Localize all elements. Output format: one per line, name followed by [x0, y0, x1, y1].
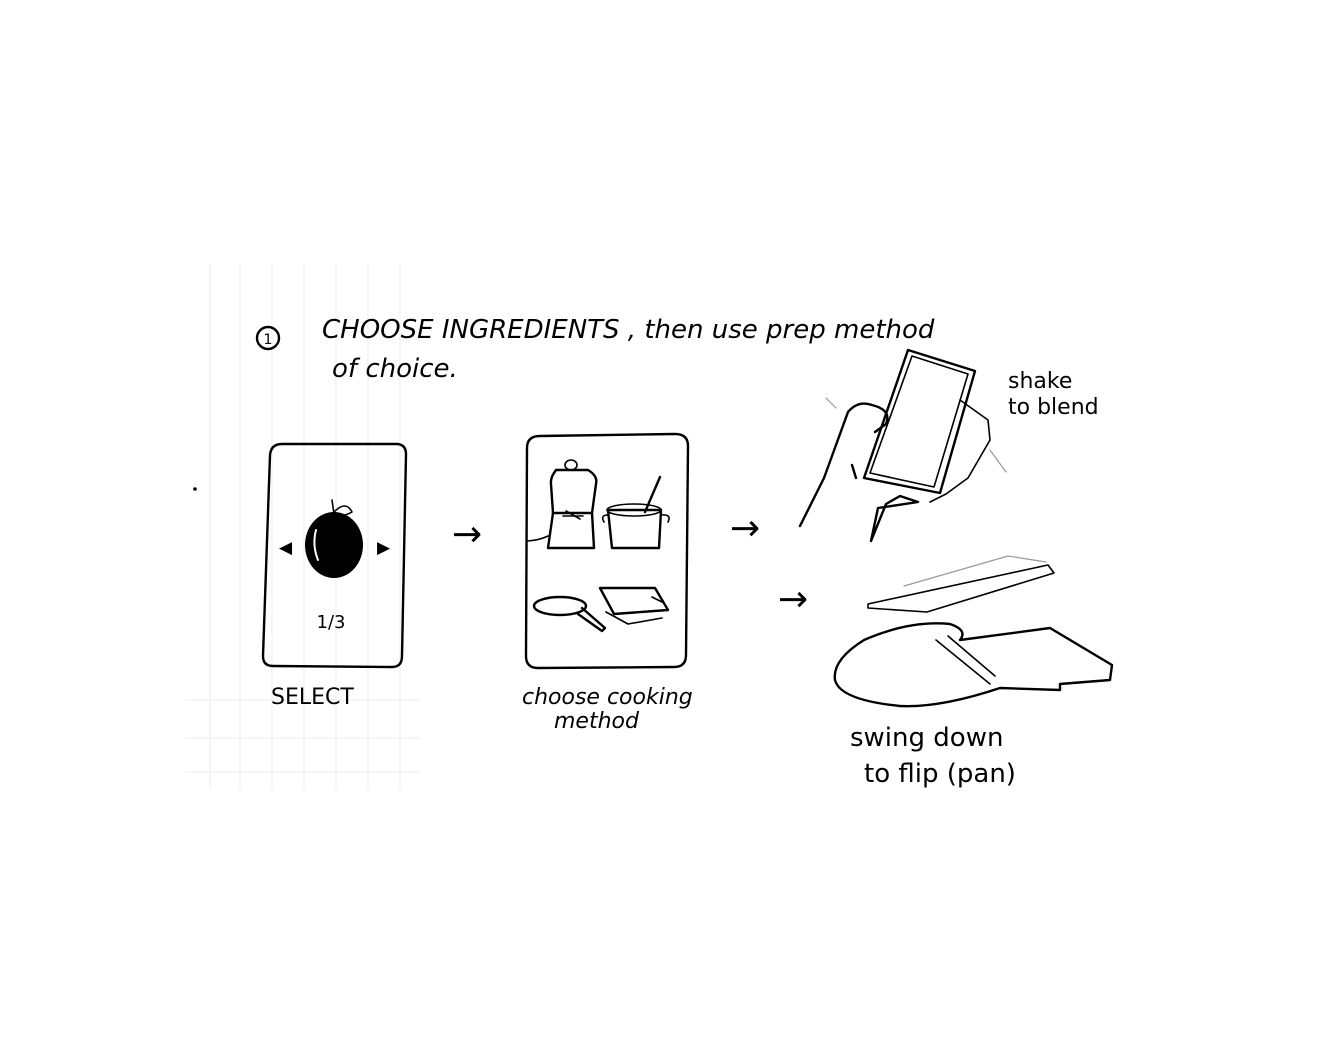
method-screen: [524, 432, 690, 670]
tomato-icon: [305, 499, 363, 578]
shake-label-line1: shake: [1008, 369, 1072, 394]
ingredient-counter: 1/3: [317, 612, 346, 633]
step-number-badge: 1: [255, 325, 281, 351]
cutting-board-icon[interactable]: [598, 586, 670, 625]
next-ingredient-arrow[interactable]: ▶: [377, 538, 391, 558]
swing-gesture-illustration: [833, 555, 1114, 708]
swing-label-line2: to flip (pan): [864, 759, 1016, 789]
step-title-line1: CHOOSE INGREDIENTS , then use prep metho…: [322, 315, 935, 345]
select-screen: ◀ ▶ 1/3: [261, 442, 408, 669]
method-caption-line2: method: [554, 709, 640, 734]
phone-swing-icon: [867, 555, 1055, 613]
prev-ingredient-arrow[interactable]: ◀: [279, 538, 293, 558]
storyboard-sketch: 1 CHOOSE INGREDIENTS , then use prep met…: [185, 265, 1114, 790]
phone-icon: [862, 348, 977, 495]
hand-with-phone-icon: [833, 622, 1114, 708]
swing-label-line1: swing down: [850, 723, 1003, 753]
step-title-line2: of choice.: [332, 354, 458, 384]
pen-dot: [193, 487, 197, 491]
shake-gesture-illustration: [798, 348, 1007, 543]
blender-icon[interactable]: [527, 459, 598, 550]
flow-arrow-1: →: [452, 514, 482, 555]
flow-arrow-3: →: [778, 579, 808, 620]
shake-label-line2: to blend: [1008, 395, 1099, 420]
step-number: 1: [264, 332, 273, 348]
method-caption-line1: choose cooking: [522, 685, 693, 710]
frying-pan-icon[interactable]: [532, 595, 607, 633]
flow-arrow-2: →: [730, 508, 760, 549]
pot-icon[interactable]: [601, 475, 670, 550]
select-caption: SELECT: [271, 685, 354, 710]
